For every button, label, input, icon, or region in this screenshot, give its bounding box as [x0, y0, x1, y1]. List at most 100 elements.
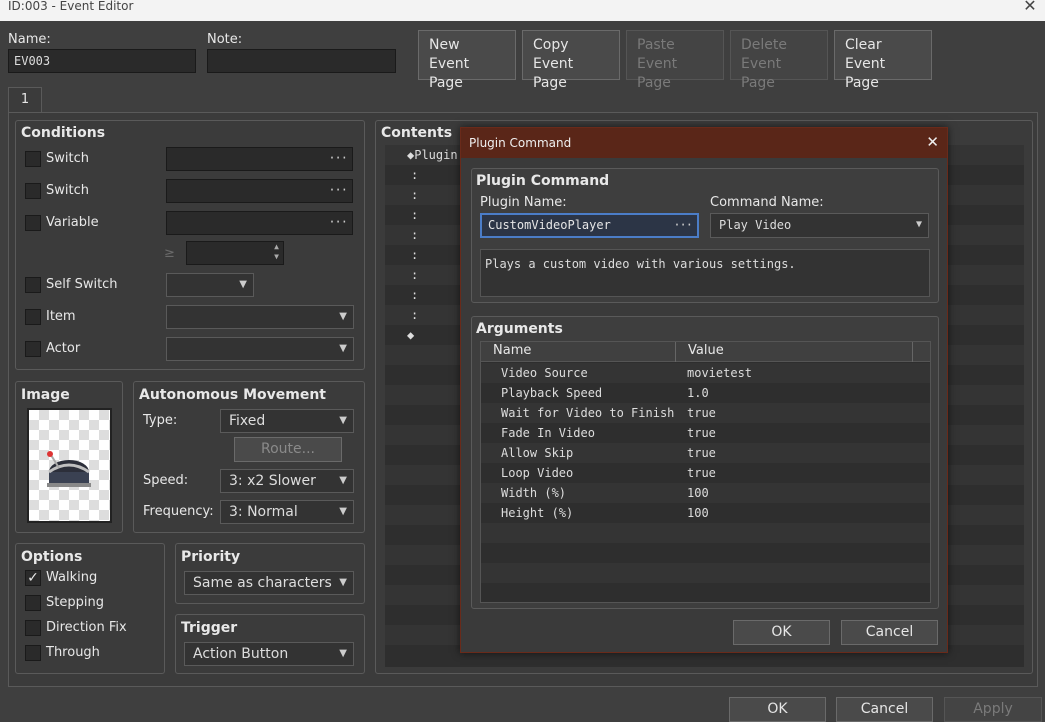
dialog-titlebar: Plugin Command	[461, 128, 947, 158]
self-switch-chevron-down-icon: ▼	[239, 279, 247, 290]
argument-row[interactable]: Wait for Video to Finish true	[481, 403, 930, 423]
arguments-name-header[interactable]: Name	[493, 343, 531, 358]
argument-row[interactable]: Height (%) 100	[481, 503, 930, 523]
apply-button[interactable]: Apply	[944, 697, 1042, 722]
switch1-field[interactable]: ···	[166, 147, 353, 171]
variable-value-spinner[interactable]: ▲ ▼	[186, 241, 284, 265]
actor-label: Actor	[46, 341, 81, 356]
event-image-preview[interactable]	[27, 408, 112, 523]
switch1-ellipsis-icon: ···	[328, 151, 348, 165]
tab-page-1[interactable]: 1	[8, 87, 42, 113]
movement-frequency-chevron-down-icon: ▼	[339, 506, 347, 517]
dialog-ok-button[interactable]: OK	[733, 620, 830, 645]
command-name-chevron-down-icon: ▼	[915, 219, 922, 230]
arguments-title: Arguments	[476, 321, 563, 337]
window-titlebar: ID:003 - Event Editor	[0, 0, 1045, 21]
plugin-name-label: Plugin Name:	[480, 195, 567, 210]
contents-line-end[interactable]: ◆	[407, 328, 414, 342]
movement-frequency-select[interactable]: 3: Normal ▼	[220, 500, 354, 524]
gte-label: ≥	[164, 246, 175, 261]
movement-frequency-label: Frequency:	[143, 504, 214, 519]
through-checkbox[interactable]	[25, 645, 41, 661]
switch1-checkbox[interactable]	[25, 151, 41, 167]
chest-sprite-icon	[47, 451, 91, 487]
self-switch-select[interactable]: ▼	[166, 273, 254, 297]
argument-row[interactable]: Loop Video true	[481, 463, 930, 483]
contents-line-plugin[interactable]: ◆Plugin	[407, 148, 458, 162]
command-description: Plays a custom video with various settin…	[480, 249, 930, 297]
arguments-value-header[interactable]: Value	[688, 343, 724, 358]
priority-select[interactable]: Same as characters ▼	[184, 571, 354, 595]
window-title: ID:003 - Event Editor	[8, 0, 134, 13]
switch2-field[interactable]: ···	[166, 179, 353, 203]
argument-name: Video Source	[501, 366, 588, 380]
route-button[interactable]: Route...	[234, 437, 342, 462]
window-close-icon[interactable]: ✕	[1015, 0, 1045, 21]
actor-checkbox[interactable]	[25, 341, 41, 357]
note-field[interactable]	[207, 49, 396, 73]
walking-checkbox[interactable]: ✓	[25, 570, 41, 586]
self-switch-checkbox[interactable]	[25, 277, 41, 293]
command-name-label: Command Name:	[710, 195, 824, 210]
movement-type-select[interactable]: Fixed ▼	[220, 409, 354, 433]
name-field[interactable]: EV003	[8, 49, 196, 73]
spinner-arrows-icon[interactable]: ▲ ▼	[274, 242, 279, 262]
copy-event-page-label-2: Event Page	[533, 56, 574, 91]
direction-fix-checkbox[interactable]	[25, 620, 41, 636]
movement-speed-value: 3: x2 Slower	[229, 473, 316, 489]
contents-line-continuation: :	[411, 228, 419, 242]
new-event-page-label-2: Event Page	[429, 56, 470, 91]
delete-event-page-label-2: Event Page	[741, 56, 782, 91]
variable-checkbox[interactable]	[25, 215, 41, 231]
plugin-name-ellipsis-icon[interactable]: ···	[673, 215, 693, 236]
argument-name: Width (%)	[501, 486, 567, 500]
stepping-checkbox[interactable]	[25, 595, 41, 611]
cancel-button[interactable]: Cancel	[836, 697, 933, 722]
actor-chevron-down-icon: ▼	[339, 343, 347, 354]
stepping-label: Stepping	[46, 595, 104, 610]
variable-field[interactable]: ···	[166, 211, 353, 235]
priority-chevron-down-icon: ▼	[339, 577, 347, 588]
ok-button[interactable]: OK	[729, 697, 826, 722]
contents-line-continuation: :	[411, 168, 419, 182]
new-event-page-button[interactable]: New Event Page	[418, 30, 516, 91]
movement-speed-select[interactable]: 3: x2 Slower ▼	[220, 469, 354, 493]
argument-row[interactable]: Width (%) 100	[481, 483, 930, 503]
note-label: Note:	[207, 32, 243, 47]
switch2-ellipsis-icon: ···	[328, 183, 348, 197]
command-name-select[interactable]: Play Video ▼	[710, 213, 929, 238]
argument-row[interactable]: Playback Speed 1.0	[481, 383, 930, 403]
image-title: Image	[21, 387, 70, 403]
clear-event-page-button[interactable]: Clear Event Page	[834, 30, 932, 91]
arguments-column-divider	[912, 342, 913, 362]
paste-event-page-button[interactable]: Paste Event Page	[626, 30, 724, 91]
argument-value: movietest	[687, 366, 753, 380]
trigger-select[interactable]: Action Button ▼	[184, 642, 354, 666]
movement-speed-label: Speed:	[143, 473, 189, 488]
item-checkbox[interactable]	[25, 309, 41, 325]
actor-select[interactable]: ▼	[166, 337, 354, 361]
contents-line-continuation: :	[411, 208, 419, 222]
contents-line-continuation: :	[411, 188, 419, 202]
argument-row[interactable]: Fade In Video true	[481, 423, 930, 443]
variable-ellipsis-icon: ···	[328, 215, 348, 229]
new-event-page-label-1: New	[429, 37, 460, 53]
switch2-checkbox[interactable]	[25, 183, 41, 199]
argument-row[interactable]: Allow Skip true	[481, 443, 930, 463]
paste-event-page-label-1: Paste	[637, 37, 675, 53]
copy-event-page-button[interactable]: Copy Event Page	[522, 30, 620, 91]
dialog-cancel-button[interactable]: Cancel	[841, 620, 938, 645]
argument-row[interactable]: Video Source movietest	[481, 363, 930, 383]
argument-value: 1.0	[687, 386, 709, 400]
priority-value: Same as characters	[193, 575, 332, 591]
walking-label: Walking	[46, 570, 98, 585]
argument-name: Fade In Video	[501, 426, 595, 440]
delete-event-page-button[interactable]: Delete Event Page	[730, 30, 828, 91]
arguments-table[interactable]: Name Value Video Source movietest Playba…	[480, 341, 931, 603]
dialog-close-icon[interactable]: ✕	[926, 133, 939, 151]
movement-type-chevron-down-icon: ▼	[339, 415, 347, 426]
empty-row	[481, 523, 930, 543]
switch2-label: Switch	[46, 183, 89, 198]
item-select[interactable]: ▼	[166, 305, 354, 329]
plugin-name-field[interactable]: CustomVideoPlayer ···	[480, 213, 699, 238]
